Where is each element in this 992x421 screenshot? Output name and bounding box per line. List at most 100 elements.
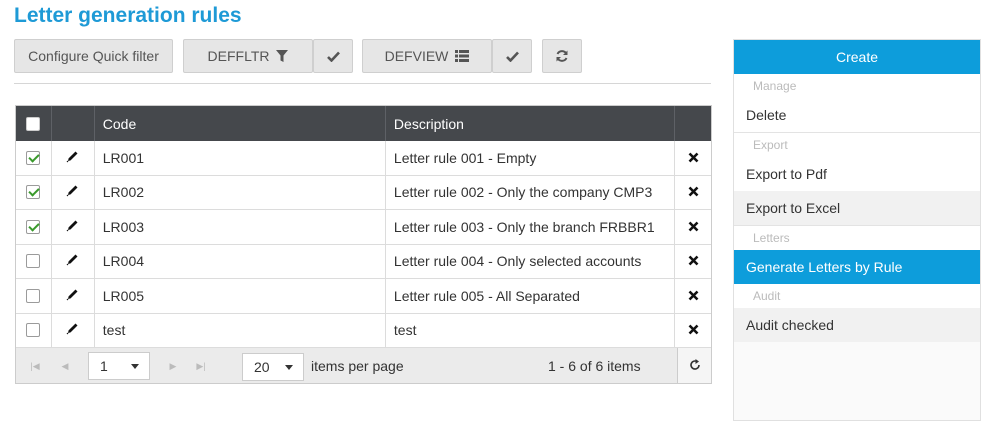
row-select-cell <box>16 175 52 209</box>
code-cell: LR002 <box>95 175 386 209</box>
pencil-icon[interactable] <box>66 184 79 200</box>
page-title: Letter generation rules <box>14 4 242 27</box>
chevron-down-icon <box>285 365 293 370</box>
row-select-cell <box>16 141 52 175</box>
delete-cell <box>675 245 711 279</box>
pager-info: 1 - 6 of 6 items <box>548 358 641 374</box>
description-cell: Letter rule 004 - Only selected accounts <box>386 244 676 278</box>
row-checkbox[interactable] <box>26 185 41 200</box>
rules-grid: Code Description LR001 Letter rule 001 - … <box>15 105 712 384</box>
row-select-cell <box>16 313 52 347</box>
items-per-page-label: items per page <box>311 358 404 374</box>
close-icon[interactable] <box>688 219 699 235</box>
code-cell: LR004 <box>95 244 386 278</box>
delete-cell <box>675 210 711 244</box>
table-row[interactable]: LR001 Letter rule 001 - Empty <box>16 141 711 176</box>
section-letters: Letters <box>734 226 980 250</box>
close-icon[interactable] <box>688 288 699 304</box>
export-excel-action[interactable]: Export to Excel <box>734 191 980 225</box>
select-all-checkbox[interactable] <box>26 116 41 131</box>
section-manage: Manage <box>734 74 980 98</box>
code-cell: LR003 <box>95 210 386 244</box>
page-size-select[interactable]: 20 <box>242 353 304 381</box>
refresh-icon <box>689 358 701 374</box>
apply-view-button[interactable] <box>492 39 532 73</box>
grid-refresh-button[interactable] <box>677 348 711 383</box>
select-all-cell <box>16 106 52 141</box>
edit-cell <box>52 175 95 209</box>
pager: |◀ ◀ 1 ▶ ▶| 20 items per page 1 - 6 of 6… <box>16 348 711 383</box>
create-button[interactable]: Create <box>734 40 980 74</box>
table-row[interactable]: LR003 Letter rule 003 - Only the branch F… <box>16 210 711 245</box>
row-checkbox[interactable] <box>26 150 41 165</box>
page-size-value: 20 <box>254 359 270 375</box>
section-audit: Audit <box>734 284 980 308</box>
audit-checked-action[interactable]: Audit checked <box>734 308 980 342</box>
edit-cell <box>52 313 95 347</box>
refresh-icon <box>555 49 569 63</box>
description-cell: Letter rule 002 - Only the company CMP3 <box>386 175 676 209</box>
code-cell: LR001 <box>95 141 386 175</box>
description-cell: Letter rule 003 - Only the branch FRBBR1 <box>386 210 676 244</box>
filter-label: DEFFLTR <box>207 48 270 64</box>
list-icon <box>455 50 470 62</box>
pencil-icon[interactable] <box>66 322 79 338</box>
header-code[interactable]: Code <box>95 106 386 141</box>
table-row[interactable]: LR002 Letter rule 002 - Only the company … <box>16 175 711 210</box>
pencil-icon[interactable] <box>66 253 79 269</box>
page-select[interactable]: 1 <box>88 352 150 380</box>
table-row[interactable]: LR004 Letter rule 004 - Only selected acc… <box>16 244 711 279</box>
section-export: Export <box>734 133 980 157</box>
generate-letters-action[interactable]: Generate Letters by Rule <box>734 250 980 284</box>
description-cell: test <box>386 313 676 347</box>
code-cell: LR005 <box>95 279 386 313</box>
grid-header: Code Description <box>16 106 711 141</box>
first-page-button[interactable]: |◀ <box>24 355 46 377</box>
next-page-button[interactable]: ▶ <box>162 355 184 377</box>
prev-page-button[interactable]: ◀ <box>54 355 76 377</box>
close-icon[interactable] <box>688 184 699 200</box>
filter-button[interactable]: DEFFLTR <box>183 39 313 73</box>
header-edit <box>52 106 95 141</box>
row-select-cell <box>16 279 52 313</box>
header-description[interactable]: Description <box>386 106 676 141</box>
check-icon <box>505 51 519 62</box>
delete-action[interactable]: Delete <box>734 98 980 132</box>
delete-cell <box>675 176 711 210</box>
view-label: DEFVIEW <box>384 48 449 64</box>
configure-quick-filter-button[interactable]: Configure Quick filter <box>14 39 173 73</box>
export-pdf-action[interactable]: Export to Pdf <box>734 157 980 191</box>
row-select-cell <box>16 244 52 278</box>
row-checkbox[interactable] <box>26 254 41 269</box>
description-cell: Letter rule 001 - Empty <box>386 141 676 175</box>
pencil-icon[interactable] <box>66 219 79 235</box>
apply-filter-button[interactable] <box>313 39 353 73</box>
configure-quick-filter-label: Configure Quick filter <box>28 48 159 64</box>
page-select-value: 1 <box>100 358 108 374</box>
row-select-cell <box>16 210 52 244</box>
header-delete <box>675 106 711 141</box>
actions-panel: Create Manage Delete Export Export to Pd… <box>733 39 981 421</box>
table-row[interactable]: LR005 Letter rule 005 - All Separated <box>16 279 711 314</box>
close-icon[interactable] <box>688 322 699 338</box>
view-button[interactable]: DEFVIEW <box>362 39 492 73</box>
delete-cell <box>675 141 711 175</box>
row-checkbox[interactable] <box>26 288 41 303</box>
edit-cell <box>52 141 95 175</box>
filter-icon <box>276 49 289 63</box>
pencil-icon[interactable] <box>66 150 79 166</box>
close-icon[interactable] <box>688 150 699 166</box>
delete-cell <box>675 279 711 313</box>
close-icon[interactable] <box>688 253 699 269</box>
chevron-down-icon <box>131 364 139 369</box>
reset-button[interactable] <box>542 39 582 73</box>
edit-cell <box>52 244 95 278</box>
description-cell: Letter rule 005 - All Separated <box>386 279 676 313</box>
pencil-icon[interactable] <box>66 288 79 304</box>
edit-cell <box>52 279 95 313</box>
table-row[interactable]: test test <box>16 313 711 348</box>
edit-cell <box>52 210 95 244</box>
last-page-button[interactable]: ▶| <box>190 355 212 377</box>
row-checkbox[interactable] <box>26 323 41 338</box>
row-checkbox[interactable] <box>26 219 41 234</box>
